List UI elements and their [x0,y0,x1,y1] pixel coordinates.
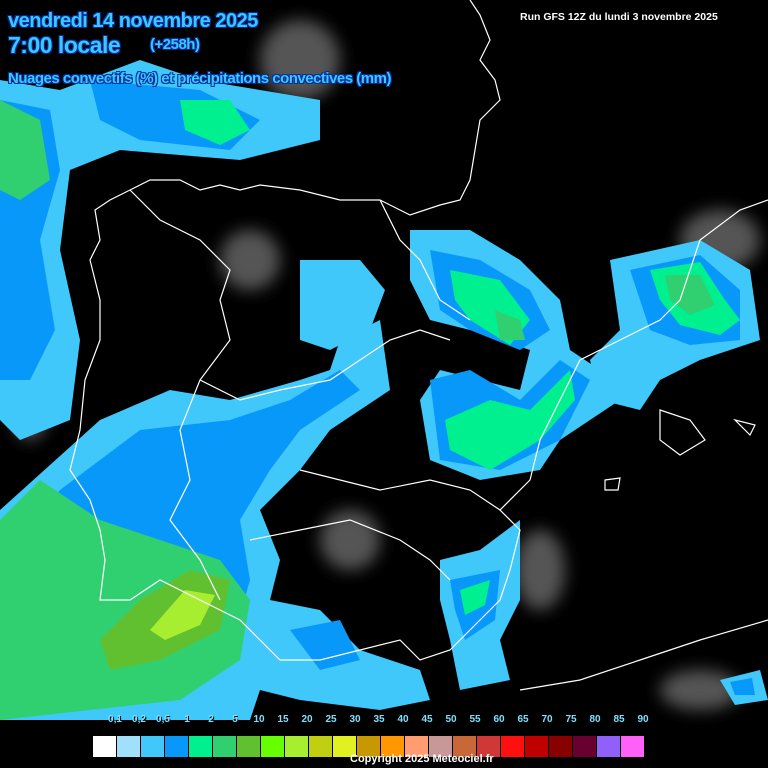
legend-label: 15 [277,714,289,725]
legend-swatch [213,735,237,758]
weather-map: vendredi 14 novembre 2025 7:00 locale (+… [0,0,768,768]
legend-swatch [117,735,141,758]
legend-label: 90 [637,714,649,725]
legend-label: 65 [517,714,529,725]
legend-label: 70 [541,714,553,725]
legend-label: 0,5 [156,714,170,725]
copyright: Copyright 2025 Meteociel.fr [350,753,494,765]
legend-label: 60 [493,714,505,725]
legend-swatch [597,735,621,758]
legend-label: 0,1 [108,714,122,725]
legend-swatch [237,735,261,758]
legend-label: 50 [445,714,457,725]
map-subtitle: Nuages convectifs (%) et précipitations … [8,70,391,87]
legend-label: 40 [397,714,409,725]
legend-label: 10 [253,714,265,725]
legend-swatch [165,735,189,758]
legend-swatch [525,735,549,758]
legend-swatch [285,735,309,758]
legend-label: 25 [325,714,337,725]
legend-swatch [309,735,333,758]
forecast-date: vendredi 14 novembre 2025 [8,10,258,32]
legend-label: 0,2 [132,714,146,725]
forecast-time: 7:00 locale [8,32,121,58]
legend-label: 80 [589,714,601,725]
legend-label: 30 [349,714,361,725]
precip-layer [0,60,768,720]
legend-label: 2 [208,714,214,725]
legend-swatch [549,735,573,758]
legend-label: 85 [613,714,625,725]
legend-swatch [501,735,525,758]
lead-time: (+258h) [150,36,200,53]
legend-swatch [189,735,213,758]
legend-swatch [621,735,645,758]
legend-label: 45 [421,714,433,725]
legend-swatch [92,735,117,758]
legend-swatch [573,735,597,758]
legend-label: 1 [184,714,190,725]
legend-label: 5 [232,714,238,725]
legend-swatch [141,735,165,758]
legend-label: 75 [565,714,577,725]
legend-label: 20 [301,714,313,725]
legend-label: 35 [373,714,385,725]
legend-label: 55 [469,714,481,725]
model-run: Run GFS 12Z du lundi 3 novembre 2025 [520,11,718,23]
precipitation-map [0,0,768,720]
legend-swatch [261,735,285,758]
